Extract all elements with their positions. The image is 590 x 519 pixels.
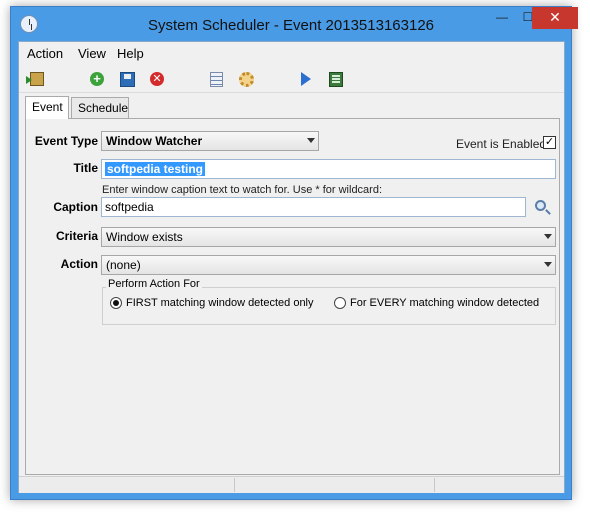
settings-gear-icon: [238, 71, 254, 87]
tab-schedule[interactable]: Schedule: [71, 97, 129, 119]
event-list-button[interactable]: [207, 70, 225, 88]
minimize-button[interactable]: —: [489, 7, 515, 29]
add-button[interactable]: +: [88, 70, 106, 88]
menu-bar: Action View Help: [19, 42, 564, 64]
tab-event[interactable]: Event: [25, 96, 69, 119]
save-icon: [119, 71, 135, 87]
status-pane-1: [19, 478, 235, 492]
run-play-icon: [301, 72, 311, 86]
status-bar: [19, 476, 564, 493]
event-type-value: Window Watcher: [106, 134, 203, 148]
menu-help[interactable]: Help: [117, 46, 144, 61]
event-type-label: Event Type: [34, 134, 98, 148]
radio-first-match[interactable]: [110, 297, 122, 309]
caption-hint: Enter window caption text to watch for. …: [102, 184, 383, 196]
save-button[interactable]: [118, 70, 136, 88]
title-bar[interactable]: System Scheduler - Event 2013513163126 —…: [11, 7, 578, 41]
title-value: softpedia testing: [105, 162, 206, 176]
window-title: System Scheduler - Event 2013513163126: [147, 17, 435, 34]
run-now-button[interactable]: [327, 70, 345, 88]
enabled-checkbox[interactable]: ✓: [543, 136, 556, 149]
title-label: Title: [73, 161, 98, 175]
chevron-down-icon: [544, 262, 552, 267]
delete-icon: ✕: [150, 72, 164, 86]
action-label: Action: [60, 257, 98, 271]
menu-action[interactable]: Action: [27, 46, 63, 61]
enabled-label: Event is Enabled: [456, 137, 547, 151]
toolbar: + ✕: [19, 65, 564, 93]
chevron-down-icon: [307, 138, 315, 143]
run-now-icon: [329, 71, 343, 87]
exit-button[interactable]: [26, 70, 46, 88]
settings-button[interactable]: [237, 70, 255, 88]
application-window: System Scheduler - Event 2013513163126 —…: [10, 6, 578, 500]
action-value: (none): [106, 258, 141, 272]
delete-button[interactable]: ✕: [148, 70, 166, 88]
exit-icon: [26, 72, 44, 86]
event-panel: Event Type Window Watcher Event is Enabl…: [25, 118, 560, 475]
action-dropdown[interactable]: (none): [101, 255, 556, 275]
add-icon: +: [90, 72, 104, 86]
event-type-dropdown[interactable]: Window Watcher: [101, 131, 319, 151]
radio-every-label: For EVERY matching window detected: [350, 297, 540, 309]
perform-action-title: Perform Action For: [106, 278, 202, 290]
criteria-value: Window exists: [106, 230, 183, 244]
run-button[interactable]: [297, 70, 315, 88]
status-pane-2: [235, 478, 435, 492]
caption-label: Caption: [53, 200, 98, 214]
menu-view[interactable]: View: [78, 46, 106, 61]
caption-field[interactable]: softpedia: [101, 197, 526, 217]
criteria-dropdown[interactable]: Window exists: [101, 227, 556, 247]
list-icon: [209, 71, 223, 87]
client-area: Action View Help + ✕ Event Schedule Even…: [18, 41, 565, 493]
search-icon[interactable]: [535, 200, 546, 211]
title-field[interactable]: softpedia testing: [101, 159, 556, 179]
chevron-down-icon: [544, 234, 552, 239]
close-button[interactable]: ✕: [532, 7, 578, 29]
radio-first-label: FIRST matching window detected only: [126, 297, 314, 309]
radio-every-match[interactable]: [334, 297, 346, 309]
criteria-label: Criteria: [55, 229, 98, 243]
caption-value: softpedia: [105, 200, 154, 214]
